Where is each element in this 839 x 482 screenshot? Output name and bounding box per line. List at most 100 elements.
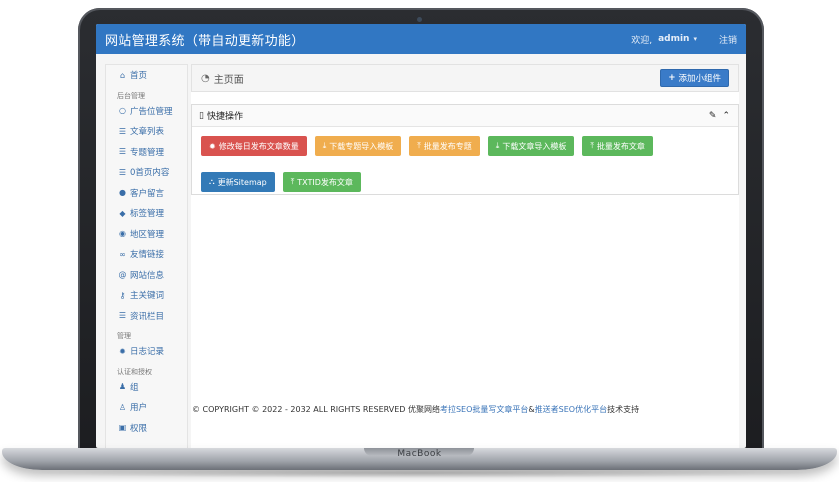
sidebar-item[interactable]: ∞ 友情链接 bbox=[106, 244, 187, 265]
comment-icon: ● bbox=[119, 188, 126, 198]
download-icon: ⤓ bbox=[322, 141, 327, 150]
laptop-base: MacBook bbox=[2, 448, 837, 470]
sidebar-item[interactable]: ♟ 组 bbox=[106, 377, 187, 398]
sidebar-item-label: 网站信息 bbox=[130, 270, 165, 281]
upload-icon: ⤒ bbox=[590, 141, 594, 150]
list-icon: ☰ bbox=[118, 126, 127, 136]
download-icon: ⤓ bbox=[495, 141, 500, 150]
footer-copyright: © COPYRIGHT © 2022 - 2032 ALL RIGHTS RES… bbox=[192, 405, 440, 414]
sidebar-item[interactable]: ✹ 日志记录 bbox=[106, 341, 187, 362]
page-title: 主页面 bbox=[213, 74, 244, 86]
sidebar-section-header: 后台管理 bbox=[117, 91, 145, 100]
wrench-icon[interactable]: ✎ bbox=[709, 111, 717, 121]
quick-action-button[interactable]: ⤒ 批量发布专题 bbox=[409, 136, 480, 156]
sidebar-item-label: 文章列表 bbox=[130, 127, 165, 138]
sidebar-item[interactable]: ◆ 标签管理 bbox=[106, 203, 187, 224]
sidebar-item[interactable]: ▣ 权限 bbox=[106, 418, 187, 439]
quick-action-label: 更新Sitemap bbox=[217, 177, 267, 187]
screen: 网站管理系统（带自动更新功能） 欢迎, admin ▾ 注销 ⌂ 首页后台管理 ○ 广… bbox=[96, 24, 746, 448]
gear-icon: ✹ bbox=[119, 346, 126, 356]
sitemap-icon: ⛬ bbox=[209, 177, 215, 186]
quick-actions-panel: ▯ 快捷操作 ✎ ⌃ ✹ 修改每日发布文章数量 ⤓ 下载专题导入模板 ⤒ 批量发布专题 ⤓ 下… bbox=[191, 104, 739, 195]
upload-icon: ⤒ bbox=[417, 141, 421, 150]
plus-icon: + bbox=[668, 73, 676, 83]
home-icon: ⌂ bbox=[119, 70, 126, 80]
sidebar-item-label: 标签管理 bbox=[130, 209, 165, 220]
sidebar-section-header: 认证和授权 bbox=[117, 367, 152, 376]
quick-action-button[interactable]: ⤓ 下载文章导入模板 bbox=[487, 136, 575, 156]
sidebar-item-label: 专题管理 bbox=[130, 147, 165, 158]
camera-icon bbox=[417, 17, 422, 22]
panel-tools: ✎ ⌃ bbox=[709, 111, 730, 121]
sidebar-item[interactable]: ⚷ 主关键词 bbox=[106, 285, 187, 306]
top-navbar: 网站管理系统（带自动更新功能） 欢迎, admin ▾ 注销 bbox=[96, 24, 746, 54]
sidebar-item[interactable]: ⌂ 首页 bbox=[106, 65, 187, 86]
footer-link-pusher[interactable]: 推送者SEO优化平台 bbox=[535, 405, 607, 414]
quick-action-label: 批量发布专题 bbox=[423, 141, 472, 151]
upload-icon: ⤒ bbox=[290, 177, 295, 186]
sidebar-item-label: 广告位管理 bbox=[130, 106, 173, 117]
page-header: ◔ 主页面 + 添加小组件 bbox=[191, 64, 739, 92]
file-icon: ▯ bbox=[199, 110, 204, 121]
dashboard-icon: ◔ bbox=[201, 72, 210, 84]
sidebar-item[interactable]: ☰ 专题管理 bbox=[106, 142, 187, 163]
sidebar-item[interactable]: ☰ 文章列表 bbox=[106, 121, 187, 142]
map-marker-icon: ◉ bbox=[119, 229, 126, 239]
quick-action-button[interactable]: ✹ 修改每日发布文章数量 bbox=[201, 136, 307, 156]
key-icon: ⚷ bbox=[119, 290, 126, 300]
sidebar-section-header: 管理 bbox=[117, 332, 131, 340]
sidebar-item-label: 资讯栏目 bbox=[130, 311, 165, 322]
footer: © COPYRIGHT © 2022 - 2032 ALL RIGHTS RES… bbox=[192, 404, 744, 415]
link-icon: ∞ bbox=[119, 249, 126, 259]
sidebar-item-label: 组 bbox=[130, 382, 139, 393]
sidebar-item[interactable]: ◉ 地区管理 bbox=[106, 224, 187, 245]
tags-icon: ◆ bbox=[119, 208, 126, 218]
sidebar-item[interactable]: ○ 广告位管理 bbox=[106, 101, 187, 122]
sidebar-item[interactable]: ☰ 0首页内容 bbox=[106, 162, 187, 183]
quick-action-button[interactable]: ⛬ 更新Sitemap bbox=[201, 172, 275, 192]
sidebar-item-label: 权限 bbox=[130, 423, 148, 434]
panel-title: 快捷操作 bbox=[206, 112, 243, 122]
list-icon: ☰ bbox=[118, 311, 127, 321]
quick-action-button[interactable]: ⤒ TXTID发布文章 bbox=[282, 172, 361, 192]
gear-icon: ✹ bbox=[209, 141, 216, 151]
quick-action-label: 修改每日发布文章数量 bbox=[218, 141, 299, 151]
at-icon: @ bbox=[118, 270, 127, 280]
footer-support: 技术支持 bbox=[607, 405, 640, 414]
navbar-right: 欢迎, admin ▾ 注销 bbox=[631, 33, 746, 46]
app-title[interactable]: 网站管理系统（带自动更新功能） bbox=[105, 30, 305, 49]
caret-down-icon[interactable]: ▾ bbox=[693, 35, 697, 43]
quick-buttons: ✹ 修改每日发布文章数量 ⤓ 下载专题导入模板 ⤒ 批量发布专题 ⤓ 下载文章导入模板 ⤒ 批量发… bbox=[192, 127, 738, 192]
quick-action-label: TXTID发布文章 bbox=[297, 177, 353, 187]
quick-action-label: 下载专题导入模板 bbox=[329, 141, 394, 151]
sidebar-item[interactable]: @ 网站信息 bbox=[106, 265, 187, 286]
sidebar-item[interactable]: ☰ 资讯栏目 bbox=[106, 306, 187, 327]
quick-action-label: 批量发布文章 bbox=[596, 141, 645, 151]
user-icon: ♙ bbox=[118, 402, 127, 412]
sidebar-item[interactable]: ● 客户留言 bbox=[106, 183, 187, 204]
sidebar-item-label: 首页 bbox=[130, 71, 148, 82]
sidebar-item-label: 0首页内容 bbox=[130, 168, 170, 179]
logout-link[interactable]: 注销 bbox=[719, 33, 737, 46]
user-menu[interactable]: admin bbox=[658, 34, 689, 44]
lock-icon: ▣ bbox=[118, 423, 127, 433]
add-widget-label: 添加小组件 bbox=[678, 74, 721, 84]
chevron-up-icon[interactable]: ⌃ bbox=[722, 111, 730, 121]
sidebar-item-label: 地区管理 bbox=[130, 229, 165, 240]
quick-action-label: 下载文章导入模板 bbox=[502, 141, 567, 151]
footer-link-koala[interactable]: 考拉SEO批量写文章平台 bbox=[440, 405, 528, 414]
panel-header: ▯ 快捷操作 ✎ ⌃ bbox=[192, 105, 738, 127]
sidebar-item-label: 日志记录 bbox=[130, 347, 165, 358]
quick-action-button[interactable]: ⤓ 下载专题导入模板 bbox=[314, 136, 402, 156]
sidebar-item-label: 客户留言 bbox=[130, 188, 165, 199]
list-icon: ☰ bbox=[118, 167, 127, 177]
sidebar-item-label: 用户 bbox=[130, 403, 148, 414]
welcome-text: 欢迎, bbox=[631, 35, 653, 46]
sidebar-item-label: 主关键词 bbox=[130, 291, 165, 302]
sidebar-item-label: 友情链接 bbox=[130, 250, 165, 261]
sidebar: ⌂ 首页 后台管理 ○ 广告位管理 ☰ 文章列表 ☰ 专题管理 ☰ 0首页内容 ● 客户留言 ◆ 标签管理 ◉… bbox=[105, 64, 188, 448]
add-widget-button[interactable]: + 添加小组件 bbox=[660, 69, 729, 87]
sidebar-item[interactable]: ♙ 用户 bbox=[106, 397, 187, 418]
laptop-brand: MacBook bbox=[397, 449, 442, 459]
quick-action-button[interactable]: ⤒ 批量发布文章 bbox=[582, 136, 653, 156]
